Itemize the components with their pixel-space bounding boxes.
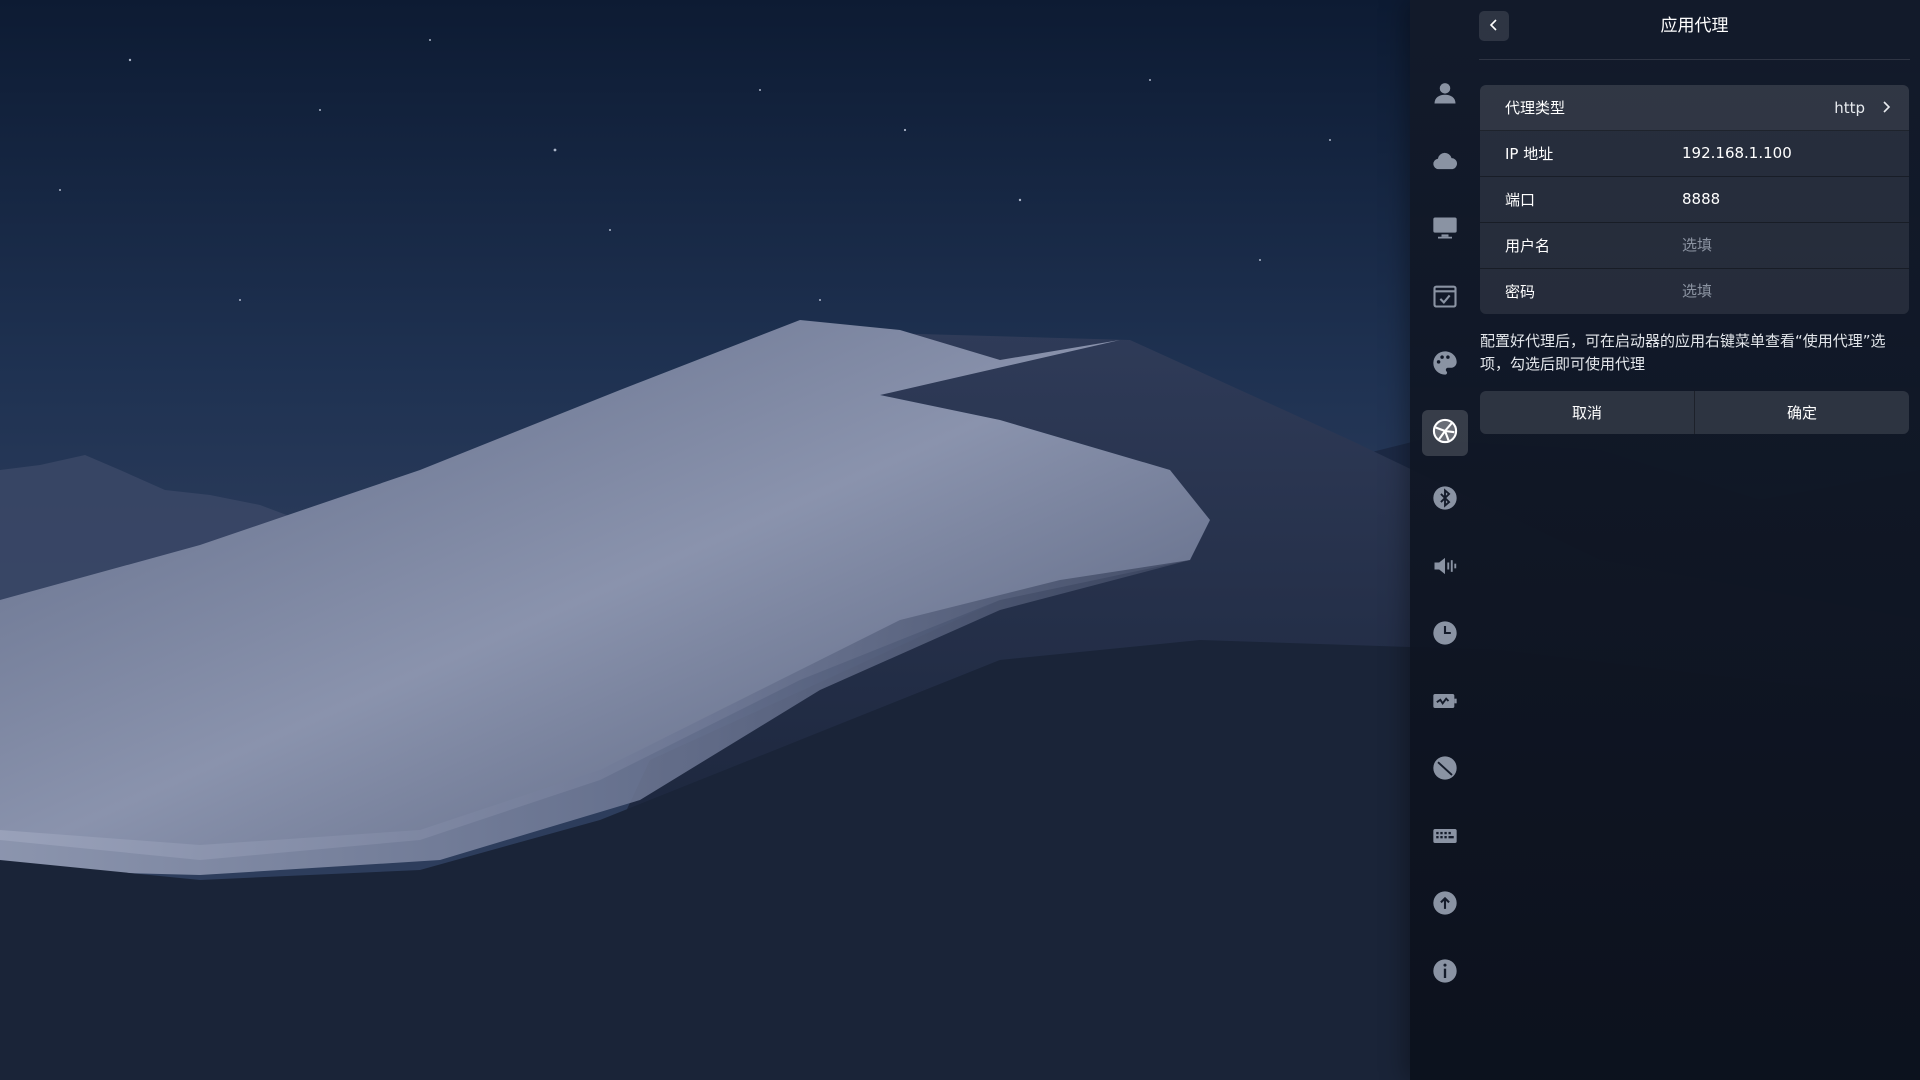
sidebar-item-network[interactable]: [1422, 409, 1468, 456]
mouse-icon: [1431, 754, 1459, 786]
user-icon: [1431, 79, 1459, 111]
sidebar-item-power[interactable]: [1422, 680, 1468, 726]
sidebar-item-system-info[interactable]: [1422, 950, 1468, 996]
sound-icon: [1431, 552, 1459, 584]
panel-header: 应用代理: [1479, 0, 1910, 60]
calendar-check-icon: [1431, 282, 1459, 314]
sidebar-item-mouse[interactable]: [1422, 747, 1468, 793]
password-input[interactable]: [1682, 269, 1893, 314]
proxy-type-label: 代理类型: [1505, 99, 1566, 117]
port-input[interactable]: [1682, 177, 1893, 222]
ip-address-input[interactable]: [1682, 131, 1893, 176]
password-label: 密码: [1505, 283, 1536, 301]
page-title: 应用代理: [1660, 16, 1729, 36]
chevron-left-icon: [1487, 17, 1501, 36]
confirm-button[interactable]: 确定: [1694, 391, 1909, 434]
update-icon: [1431, 889, 1459, 921]
clock-icon: [1431, 619, 1459, 651]
port-row: 端口: [1480, 177, 1909, 223]
info-icon: [1431, 957, 1459, 989]
sidebar-item-datetime[interactable]: [1422, 612, 1468, 658]
username-input[interactable]: [1682, 223, 1893, 268]
proxy-type-value: http: [1834, 98, 1865, 117]
sidebar-item-personalization[interactable]: [1422, 342, 1468, 388]
sidebar-item-update[interactable]: [1422, 882, 1468, 928]
port-label: 端口: [1505, 191, 1536, 209]
sidebar-item-display[interactable]: [1422, 207, 1468, 253]
display-icon: [1431, 214, 1459, 246]
cloud-icon: [1431, 147, 1459, 179]
chevron-right-icon: [1883, 101, 1891, 113]
settings-sidebar: [1422, 72, 1468, 1017]
sidebar-item-cloud-sync[interactable]: [1422, 140, 1468, 186]
action-buttons: 取消 确定: [1480, 391, 1909, 434]
sidebar-item-default-apps[interactable]: [1422, 275, 1468, 321]
bluetooth-icon: [1431, 484, 1459, 516]
sidebar-item-sound[interactable]: [1422, 545, 1468, 591]
cancel-button[interactable]: 取消: [1480, 391, 1694, 434]
keyboard-icon: [1431, 822, 1459, 854]
username-label: 用户名: [1505, 237, 1551, 255]
sidebar-item-accounts[interactable]: [1422, 72, 1468, 118]
proxy-type-row[interactable]: 代理类型 http: [1480, 85, 1909, 131]
username-row: 用户名: [1480, 223, 1909, 269]
sidebar-item-bluetooth[interactable]: [1422, 477, 1468, 523]
password-row: 密码: [1480, 269, 1909, 314]
back-button[interactable]: [1479, 11, 1509, 41]
personalization-icon: [1431, 349, 1459, 381]
proxy-form: 代理类型 http IP 地址 端口 用户名 密码: [1480, 85, 1909, 314]
power-icon: [1431, 687, 1459, 719]
proxy-description: 配置好代理后，可在启动器的应用右键菜单查看“使用代理”选项，勾选后即可使用代理: [1480, 332, 1886, 373]
ip-address-label: IP 地址: [1505, 145, 1554, 163]
sidebar-item-keyboard[interactable]: [1422, 815, 1468, 861]
ip-address-row: IP 地址: [1480, 131, 1909, 177]
network-icon: [1431, 417, 1459, 449]
